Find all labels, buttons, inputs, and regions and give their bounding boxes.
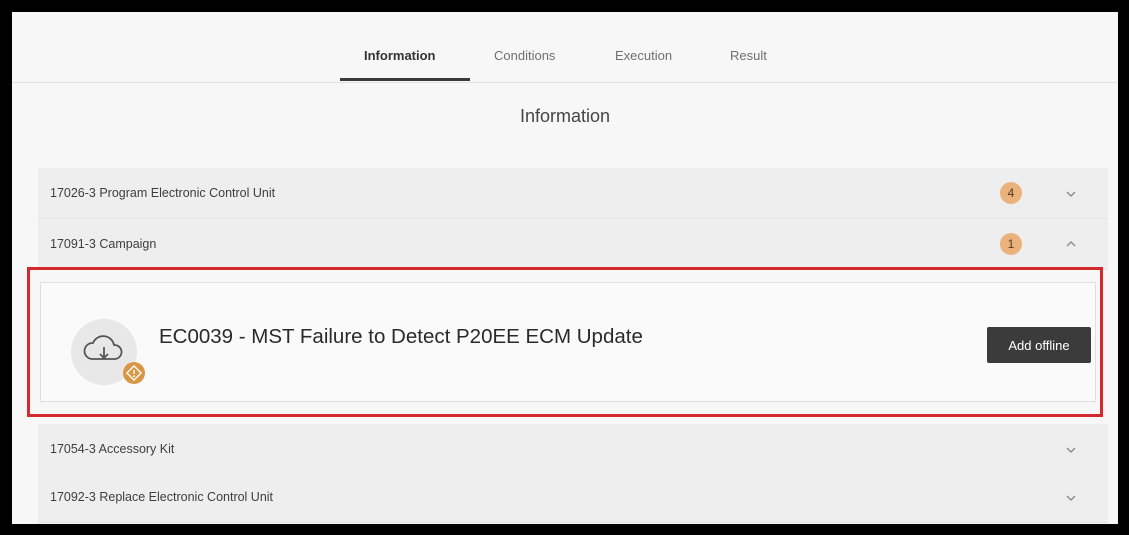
tab-conditions[interactable]: Conditions [494, 48, 555, 63]
main-panel: Information Conditions Execution Result … [12, 12, 1118, 524]
highlight-annotation [27, 267, 1103, 417]
chevron-down-icon[interactable] [1064, 189, 1078, 199]
chevron-down-icon[interactable] [1064, 445, 1078, 455]
chevron-up-icon[interactable] [1064, 239, 1078, 249]
accordion-row-accessory-kit[interactable]: 17054-3 Accessory Kit [38, 424, 1108, 475]
count-badge: 1 [1000, 233, 1022, 255]
accordion-row-campaign[interactable]: 17091-3 Campaign 1 [38, 219, 1108, 270]
tab-result[interactable]: Result [730, 48, 767, 63]
tab-information[interactable]: Information [364, 48, 436, 63]
chevron-down-icon[interactable] [1064, 493, 1078, 503]
row-label: 17026-3 Program Electronic Control Unit [50, 186, 276, 200]
row-label: 17092-3 Replace Electronic Control Unit [50, 490, 274, 504]
row-label: 17091-3 Campaign [50, 237, 157, 251]
active-tab-indicator [340, 78, 470, 81]
row-label: 17054-3 Accessory Kit [50, 442, 175, 456]
accordion-row-program-ecu[interactable]: 17026-3 Program Electronic Control Unit … [38, 168, 1108, 219]
tab-execution[interactable]: Execution [615, 48, 672, 63]
count-badge: 4 [1000, 182, 1022, 204]
accordion-row-replace-ecu[interactable]: 17092-3 Replace Electronic Control Unit [38, 472, 1108, 523]
tab-bar: Information Conditions Execution Result [12, 12, 1118, 83]
section-title: Information [519, 106, 611, 126]
